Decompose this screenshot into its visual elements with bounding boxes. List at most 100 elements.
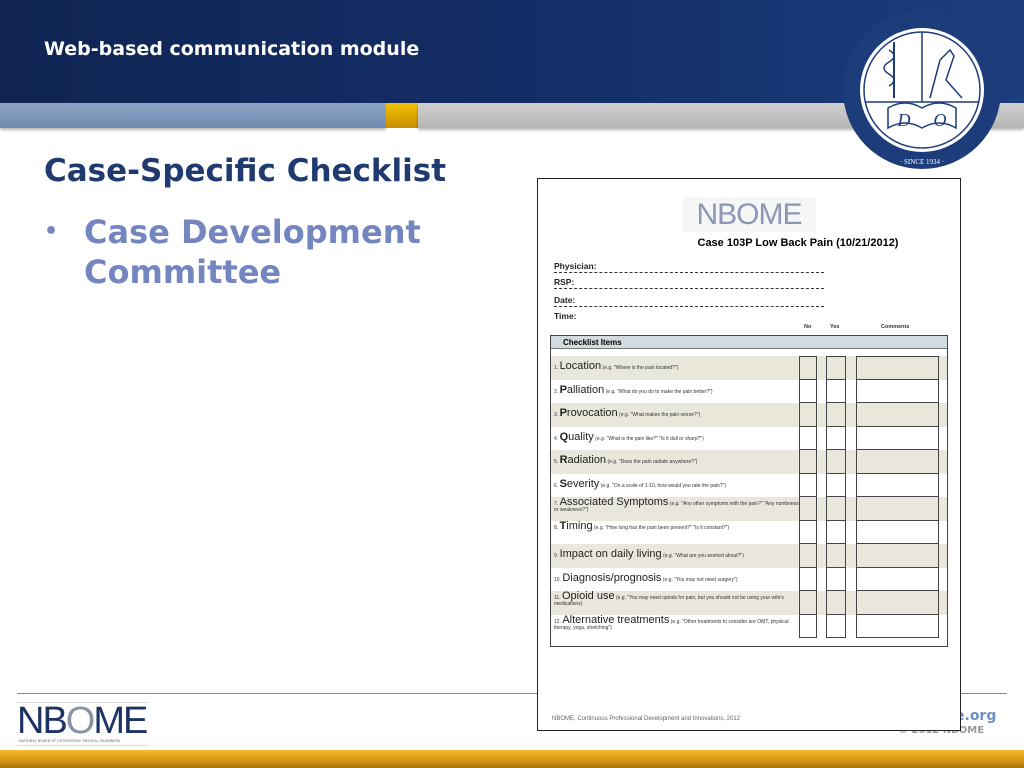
field-physician: Physician:: [554, 261, 824, 273]
no-checkbox[interactable]: [799, 614, 817, 638]
item-hint: (e.g. "You may not need surgery"): [662, 576, 738, 583]
item-number: 3.: [554, 412, 559, 418]
website-link[interactable]: e.org: [955, 708, 996, 724]
yes-checkbox[interactable]: [826, 567, 846, 591]
item-number: 5.: [554, 459, 559, 465]
checklist-document: NBOME Case 103P Low Back Pain (10/21/201…: [537, 178, 961, 731]
comments-field[interactable]: [856, 473, 939, 497]
no-checkbox[interactable]: [799, 403, 817, 427]
page-title: Case-Specific Checklist: [44, 153, 447, 189]
yes-checkbox[interactable]: [826, 614, 846, 638]
item-label: 11. Opioid use (e.g. "You may need opiod…: [554, 591, 799, 608]
svg-text:D: D: [897, 110, 911, 130]
field-date: Date:: [554, 295, 824, 307]
module-title: Web-based communication module: [44, 38, 420, 60]
bullet-marker: •: [44, 219, 59, 244]
item-label: 6. Severity (e.g. "On a scale of 1-10, h…: [554, 477, 799, 490]
no-checkbox[interactable]: [799, 379, 817, 403]
table-row: 5. Radiation (e.g. "Does the pain radiat…: [551, 450, 947, 474]
item-label: 5. Radiation (e.g. "Does the pain radiat…: [554, 454, 799, 466]
no-checkbox[interactable]: [799, 473, 817, 497]
no-checkbox[interactable]: [799, 426, 817, 450]
comments-field[interactable]: [856, 567, 939, 591]
item-number: 8.: [554, 524, 559, 531]
comments-field[interactable]: [856, 497, 939, 521]
table-row: 2. Palliation (e.g. "What do you do to m…: [551, 379, 947, 403]
item-hint: (e.g. "How long has the pain been presen…: [593, 524, 730, 531]
document-title: Case 103P Low Back Pain (10/21/2012): [697, 237, 899, 249]
item-number: 2.: [554, 388, 559, 395]
comments-field[interactable]: [856, 591, 939, 615]
yes-checkbox[interactable]: [826, 497, 846, 521]
comments-field[interactable]: [856, 450, 939, 474]
item-hint: (e.g. "What makes the pain worse?"): [619, 412, 701, 418]
nbome-seal-logo: D O · SINCE 1934 ·: [843, 11, 1001, 169]
table-row: 9. Impact on daily living (e.g. "What ar…: [551, 544, 947, 568]
no-checkbox[interactable]: [799, 591, 817, 615]
item-name: iming: [566, 519, 593, 532]
table-row: 4. Quality (e.g. "What is the pain like?…: [551, 426, 947, 450]
no-checkbox[interactable]: [799, 356, 817, 380]
item-number: 9.: [554, 553, 559, 559]
item-label: 4. Quality (e.g. "What is the pain like?…: [554, 431, 799, 442]
checklist-table: Checklist Items 1. Location (e.g. "Where…: [550, 335, 948, 647]
yes-checkbox[interactable]: [826, 473, 846, 497]
comments-field[interactable]: [856, 614, 939, 638]
item-label: 7. Associated Symptoms (e.g. "Any other …: [554, 497, 799, 514]
yes-checkbox[interactable]: [826, 403, 846, 427]
column-comments: Comments: [881, 324, 910, 330]
bullet-text: Case Development Committee: [84, 213, 421, 291]
no-checkbox[interactable]: [799, 520, 817, 544]
yes-checkbox[interactable]: [826, 591, 846, 615]
comments-field[interactable]: [856, 356, 939, 380]
table-row: 3. Provocation (e.g. "What makes the pai…: [551, 403, 947, 427]
yes-checkbox[interactable]: [826, 520, 846, 544]
table-row: 12. Alternative treatments (e.g. "Other …: [551, 614, 947, 638]
accent-bar-gold: [386, 103, 418, 128]
comments-field[interactable]: [856, 544, 939, 568]
table-row: 10. Diagnosis/prognosis (e.g. "You may n…: [551, 567, 947, 591]
item-name: Impact on daily living: [559, 548, 662, 560]
no-checkbox[interactable]: [799, 450, 817, 474]
item-name: alliation: [566, 383, 605, 396]
accent-bar-blue: [0, 103, 386, 128]
yes-checkbox[interactable]: [826, 426, 846, 450]
yes-checkbox[interactable]: [826, 450, 846, 474]
item-name: everity: [566, 477, 600, 490]
yes-checkbox[interactable]: [826, 356, 846, 380]
comments-field[interactable]: [856, 403, 939, 427]
item-label: 9. Impact on daily living (e.g. "What ar…: [554, 548, 799, 560]
column-no: No: [804, 324, 812, 330]
item-number: 1.: [554, 365, 559, 371]
comments-field[interactable]: [856, 426, 939, 450]
footer-gold-band: [0, 750, 1024, 768]
item-number: 4.: [554, 435, 559, 442]
table-row: 1. Location (e.g. "Where is the pain loc…: [551, 356, 947, 380]
item-initial: S: [559, 477, 567, 490]
svg-text:· SINCE 1934 ·: · SINCE 1934 ·: [900, 158, 944, 166]
document-footer: NBOME, Continuous Professional Developme…: [552, 716, 741, 722]
table-header: Checklist Items: [551, 336, 947, 349]
svg-text:O: O: [934, 110, 947, 130]
no-checkbox[interactable]: [799, 497, 817, 521]
item-name: Location: [559, 360, 602, 372]
item-label: 2. Palliation (e.g. "What do you do to m…: [554, 383, 799, 396]
no-checkbox[interactable]: [799, 544, 817, 568]
yes-checkbox[interactable]: [826, 544, 846, 568]
item-name: adiation: [567, 454, 607, 466]
nbome-footer-logo: NBOME NATIONAL BOARD OF OSTEOPATHIC MEDI…: [17, 702, 149, 746]
item-hint: (e.g. "What do you do to make the pain b…: [605, 388, 713, 395]
item-name: rovocation: [566, 407, 618, 419]
table-row: 8. Timing (e.g. "How long has the pain b…: [551, 519, 947, 544]
comments-field[interactable]: [856, 379, 939, 403]
logo-subtitle: NATIONAL BOARD OF OSTEOPATHIC MEDICAL EX…: [19, 739, 121, 743]
comments-field[interactable]: [856, 520, 939, 544]
item-label: 12. Alternative treatments (e.g. "Other …: [554, 614, 799, 631]
item-initial: P: [559, 407, 567, 419]
field-rsp: RSP:: [554, 277, 824, 289]
item-hint: (e.g. "Does the pain radiate anywhere?"): [607, 459, 698, 465]
item-initial: R: [559, 454, 568, 466]
no-checkbox[interactable]: [799, 567, 817, 591]
item-label: 3. Provocation (e.g. "What makes the pai…: [554, 407, 799, 419]
yes-checkbox[interactable]: [826, 379, 846, 403]
